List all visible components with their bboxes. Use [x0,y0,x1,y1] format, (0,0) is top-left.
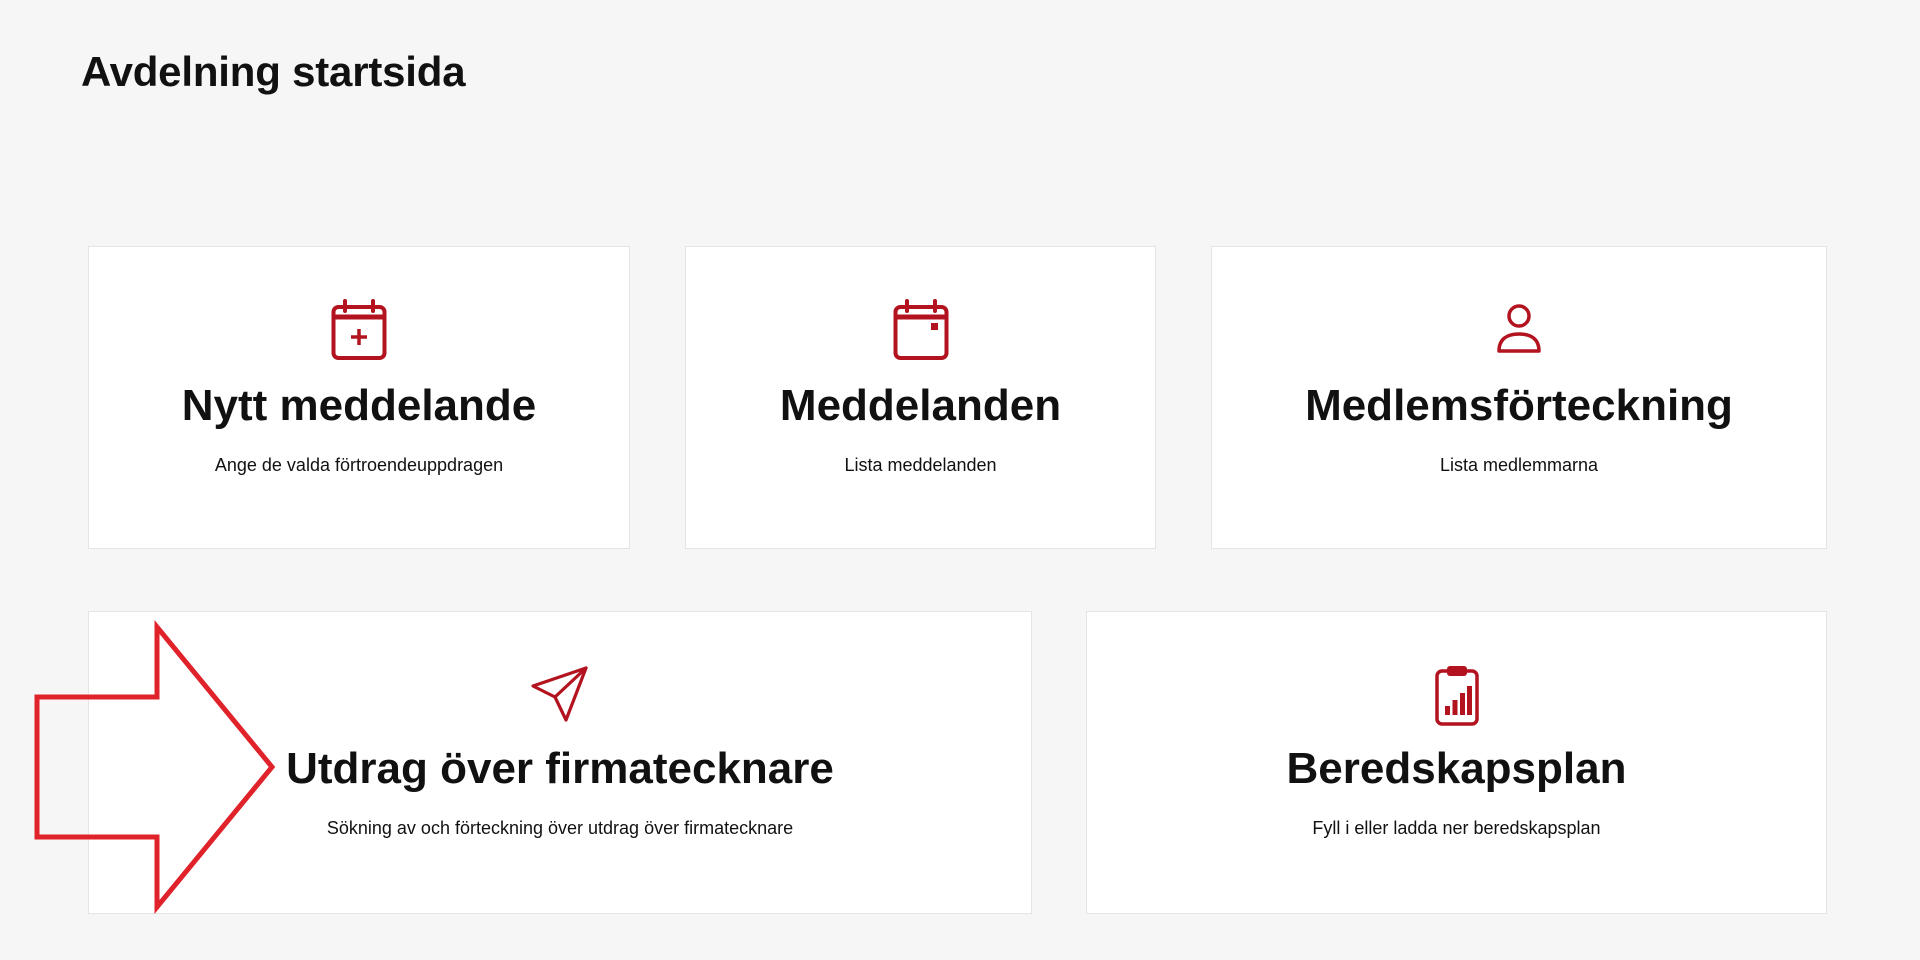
card-description: Lista medlemmarna [1439,455,1599,475]
card-title: Nytt meddelande [181,381,537,430]
card-title: Beredskapsplan [1286,744,1627,793]
card-title: Meddelanden [779,381,1062,430]
calendar-icon [893,299,948,360]
card-description: Sökning av och förteckning över utdrag ö… [326,818,794,838]
paper-plane-icon [531,666,588,722]
card-nytt-meddelande[interactable]: Nytt meddelande Ange de valda förtroende… [88,246,630,549]
card-meddelanden[interactable]: Meddelanden Lista meddelanden [685,246,1156,549]
clipboard-chart-icon [1434,666,1479,726]
card-description: Fyll i eller ladda ner beredskapsplan [1312,818,1601,838]
card-title: Utdrag över firmatecknare [286,744,834,793]
card-beredskapsplan[interactable]: Beredskapsplan Fyll i eller ladda ner be… [1086,611,1827,914]
card-description: Ange de valda förtroendeuppdragen [214,455,504,475]
card-description: Lista meddelanden [844,455,997,475]
page-title: Avdelning startsida [81,48,466,95]
calendar-plus-icon [331,299,387,360]
card-title: Medlemsförteckning [1305,381,1733,430]
user-icon [1497,304,1541,353]
card-utdrag-over-firmatecknare[interactable]: Utdrag över firmatecknare Sökning av och… [88,611,1032,914]
card-medlemsforteckning[interactable]: Medlemsförteckning Lista medlemmarna [1211,246,1827,549]
